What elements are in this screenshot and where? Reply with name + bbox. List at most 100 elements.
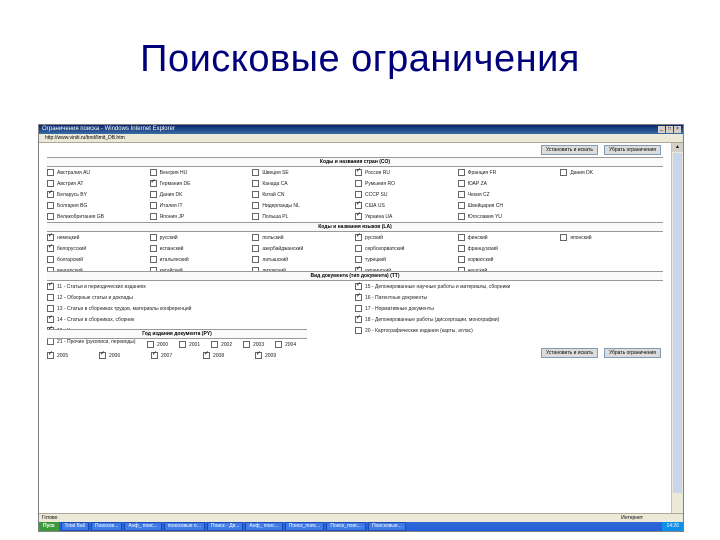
checkbox-item[interactable]: Канада CA — [252, 178, 355, 189]
checked-checkbox-icon[interactable] — [354, 200, 362, 209]
checkbox-icon[interactable] — [457, 256, 465, 263]
checkbox-icon[interactable] — [355, 305, 362, 312]
checkbox-item[interactable]: Япония JP — [149, 211, 253, 222]
checkbox-icon[interactable] — [560, 234, 568, 241]
checkbox-item[interactable]: 2001 — [179, 339, 211, 350]
checkbox-icon[interactable] — [149, 245, 157, 252]
checkbox-icon[interactable] — [149, 213, 157, 220]
checkbox-item[interactable]: Югославия YU — [457, 211, 561, 222]
taskbar-item[interactable]: Поиск_поис... — [284, 522, 325, 531]
checkbox-icon[interactable] — [354, 245, 362, 252]
checkbox-icon[interactable] — [252, 180, 260, 187]
checked-checkbox-icon[interactable] — [47, 350, 54, 359]
checkbox-item[interactable]: 2004 — [275, 339, 307, 350]
checkbox-item[interactable]: сербохорватский — [354, 243, 458, 254]
checkbox-item[interactable]: русский — [149, 232, 253, 243]
checkbox-icon[interactable] — [252, 256, 260, 263]
checkbox-item[interactable]: 16 - Патентные документы — [355, 292, 663, 303]
checkbox-item[interactable]: финский — [457, 232, 561, 243]
checkbox-item[interactable]: 11 - Статьи в периодических изданиях — [47, 281, 355, 292]
taskbar-item[interactable]: Анф_ поис... — [124, 522, 162, 531]
checkbox-item[interactable]: итальянский — [149, 254, 253, 265]
checked-checkbox-icon[interactable] — [354, 167, 362, 176]
checkbox-icon[interactable] — [457, 180, 465, 187]
taskbar-item[interactable]: Поисков... — [90, 522, 123, 531]
scroll-thumb[interactable] — [673, 153, 682, 493]
checkbox-item[interactable]: 18 - Депонированные работы (диссертации,… — [355, 314, 663, 325]
checked-checkbox-icon[interactable] — [354, 211, 362, 220]
checkbox-item[interactable]: Дания DK — [149, 189, 253, 200]
checkbox-icon[interactable] — [560, 169, 568, 176]
checkbox-icon[interactable] — [457, 191, 465, 198]
checked-checkbox-icon[interactable] — [47, 314, 54, 323]
checkbox-item[interactable]: хорватский — [457, 254, 561, 265]
checkbox-icon[interactable] — [354, 256, 362, 263]
checkbox-item[interactable]: Великобритания GB — [47, 211, 150, 222]
checkbox-icon[interactable] — [47, 202, 54, 209]
checkbox-icon[interactable] — [457, 202, 465, 209]
close-button[interactable]: × — [674, 126, 681, 133]
taskbar-item[interactable]: Total Ball — [60, 522, 89, 531]
reset-limits-button-top[interactable]: Убрать ограничения — [603, 145, 661, 155]
checkbox-icon[interactable] — [252, 213, 260, 220]
checkbox-icon[interactable] — [355, 327, 362, 334]
taskbar-item[interactable]: поисковые о... — [163, 522, 205, 531]
checkbox-item[interactable]: латышский — [252, 254, 355, 265]
checkbox-item[interactable]: Венгрия HU — [149, 167, 253, 178]
checkbox-icon[interactable] — [47, 213, 54, 220]
checkbox-item[interactable]: Румыния RO — [354, 178, 458, 189]
checkbox-item[interactable]: Польша PL — [252, 211, 355, 222]
checkbox-item[interactable]: Италия IT — [149, 200, 253, 211]
checkbox-icon[interactable] — [252, 234, 260, 241]
checkbox-item[interactable]: Германия DE — [149, 178, 253, 189]
checkbox-icon[interactable] — [354, 180, 362, 187]
checkbox-icon[interactable] — [149, 234, 157, 241]
checked-checkbox-icon[interactable] — [355, 281, 362, 290]
checkbox-item[interactable]: французский — [457, 243, 561, 254]
checkbox-item[interactable]: Швейцария CH — [457, 200, 561, 211]
checked-checkbox-icon[interactable] — [203, 350, 210, 359]
checkbox-icon[interactable] — [211, 341, 218, 348]
checked-checkbox-icon[interactable] — [355, 314, 362, 323]
checkbox-item[interactable]: Швеция SE — [252, 167, 355, 178]
apply-search-button-bottom[interactable]: Установить и искать — [540, 348, 598, 358]
checkbox-item[interactable]: 14 - Статьи в сборниках, сборник — [47, 314, 355, 325]
checkbox-item[interactable]: Австралия AU — [47, 167, 150, 178]
checkbox-icon[interactable] — [47, 256, 54, 263]
checkbox-icon[interactable] — [457, 169, 465, 176]
checkbox-item[interactable]: Нидерланды NL — [252, 200, 355, 211]
checkbox-icon[interactable] — [47, 169, 54, 176]
checked-checkbox-icon[interactable] — [355, 292, 362, 301]
checked-checkbox-icon[interactable] — [47, 189, 54, 198]
address-bar[interactable]: http://www.viniti.ru/bnd/limit_DB.htm — [39, 134, 683, 143]
checkbox-item[interactable]: Болгария BG — [47, 200, 150, 211]
checkbox-item[interactable]: Дания DK — [560, 167, 663, 178]
checked-checkbox-icon[interactable] — [47, 281, 54, 290]
checkbox-icon[interactable] — [354, 191, 362, 198]
checkbox-item[interactable]: 2005 — [47, 350, 99, 361]
checkbox-item[interactable]: испанский — [149, 243, 253, 254]
minimize-button[interactable]: _ — [658, 126, 665, 133]
checkbox-item[interactable]: азербайджанский — [252, 243, 355, 254]
checkbox-item[interactable]: русский — [354, 232, 458, 243]
checkbox-item[interactable]: 2002 — [211, 339, 243, 350]
checkbox-item[interactable]: Чехия CZ — [457, 189, 561, 200]
scroll-up-icon[interactable]: ▲ — [672, 143, 683, 152]
checkbox-item[interactable]: 15 - Депонированные научные работы и мат… — [355, 281, 663, 292]
checkbox-icon[interactable] — [47, 180, 54, 187]
checkbox-icon[interactable] — [147, 341, 154, 348]
taskbar-item[interactable]: Поисковые... — [367, 522, 406, 531]
checkbox-icon[interactable] — [252, 202, 260, 209]
checkbox-item[interactable]: Китай CN — [252, 189, 355, 200]
checkbox-item[interactable]: болгарский — [47, 254, 150, 265]
checkbox-item[interactable]: 17 - Нормативные документы — [355, 303, 663, 314]
checkbox-icon[interactable] — [252, 245, 260, 252]
checkbox-icon[interactable] — [47, 294, 54, 301]
checkbox-item[interactable]: японский — [560, 232, 663, 243]
taskbar-item[interactable]: Анф_ поис... — [245, 522, 283, 531]
checkbox-item[interactable]: 20 - Картографические издания (карты, ат… — [355, 325, 663, 336]
checkbox-item[interactable]: СССР SU — [354, 189, 458, 200]
checkbox-item[interactable]: 2009 — [255, 350, 307, 361]
reset-limits-button-bottom[interactable]: Убрать ограничения — [603, 348, 661, 358]
checked-checkbox-icon[interactable] — [149, 178, 157, 187]
